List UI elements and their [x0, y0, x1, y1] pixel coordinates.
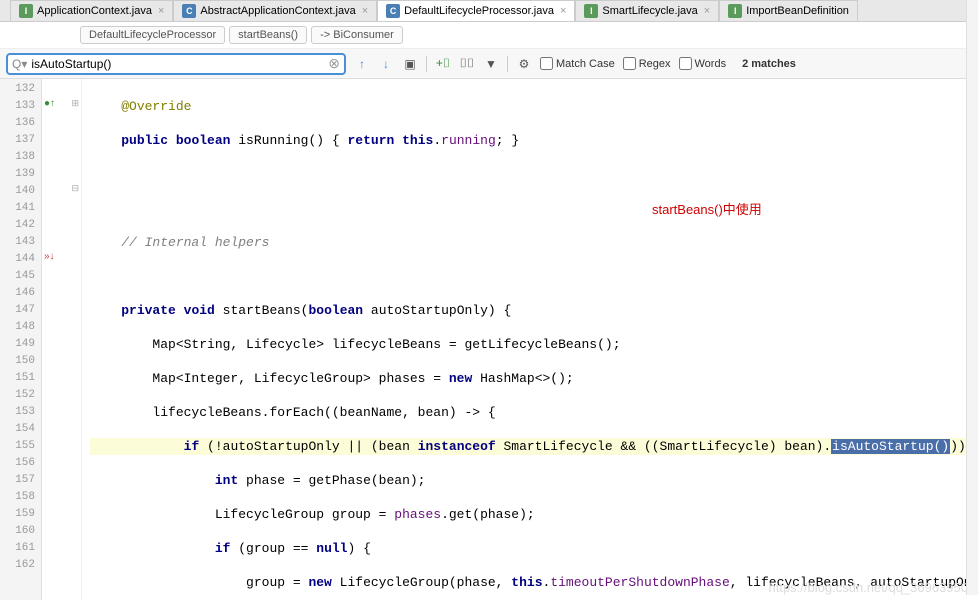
line-number-gutter: 1321331361371381391401411421431441451461… — [0, 79, 42, 600]
close-icon[interactable]: × — [158, 5, 164, 17]
class-icon: C — [386, 4, 400, 18]
tab-default-lifecycle-processor[interactable]: CDefaultLifecycleProcessor.java× — [377, 0, 575, 21]
regex-checkbox[interactable]: Regex — [623, 57, 671, 70]
editor-area: 1321331361371381391401411421431441451461… — [0, 79, 978, 600]
fold-icon[interactable]: ⊞ — [71, 98, 79, 109]
filter-icon[interactable]: ▼ — [483, 56, 499, 72]
remove-selection-icon[interactable]: ⌷⌷ — [459, 56, 475, 72]
match-case-checkbox[interactable]: Match Case — [540, 57, 615, 70]
code-area[interactable]: @Override public boolean isRunning() { r… — [82, 79, 978, 600]
prev-match-icon[interactable]: ↑ — [354, 56, 370, 72]
close-icon[interactable]: × — [362, 5, 368, 17]
scroll-marker-bar[interactable] — [966, 0, 978, 595]
class-icon: C — [182, 4, 196, 18]
match-count: 2 matches — [742, 58, 796, 70]
change-marker[interactable]: »↓ — [44, 251, 55, 262]
next-match-icon[interactable]: ↓ — [378, 56, 394, 72]
find-bar: Q▾ ⊗ ↑ ↓ ▣ +⌷ ⌷⌷ ▼ ⚙ Match Case Regex Wo… — [0, 49, 978, 79]
fold-icon[interactable]: ⊟ — [71, 183, 79, 194]
override-up-marker[interactable]: ●↑ — [44, 98, 55, 109]
tab-abstract-application-context[interactable]: CAbstractApplicationContext.java× — [173, 0, 377, 21]
clear-search-icon[interactable]: ⊗ — [328, 55, 340, 72]
tab-smart-lifecycle[interactable]: ISmartLifecycle.java× — [575, 0, 719, 21]
marker-gutter: ●↑ ⊞ ⊟ »↓ — [42, 79, 82, 600]
tab-import-bean-definition[interactable]: IImportBeanDefinition — [719, 0, 858, 21]
breadcrumb: DefaultLifecycleProcessor startBeans() -… — [0, 22, 978, 49]
interface-icon: I — [728, 4, 742, 18]
interface-icon: I — [584, 4, 598, 18]
separator — [426, 56, 427, 72]
watermark: https://blog.csdn.net/qq_36963950 — [769, 579, 969, 596]
search-box: Q▾ ⊗ — [6, 53, 346, 75]
search-input[interactable] — [27, 57, 328, 71]
search-icon: Q▾ — [12, 57, 27, 71]
close-icon[interactable]: × — [560, 5, 566, 17]
settings-icon[interactable]: ⚙ — [516, 56, 532, 72]
search-toolbar: ↑ ↓ ▣ +⌷ ⌷⌷ ▼ ⚙ — [354, 56, 532, 72]
editor-tabs: IApplicationContext.java× CAbstractAppli… — [0, 0, 978, 22]
crumb-lambda[interactable]: -> BiConsumer — [311, 26, 403, 44]
interface-icon: I — [19, 4, 33, 18]
crumb-method[interactable]: startBeans() — [229, 26, 307, 44]
words-checkbox[interactable]: Words — [679, 57, 727, 70]
separator — [507, 56, 508, 72]
crumb-class[interactable]: DefaultLifecycleProcessor — [80, 26, 225, 44]
tab-application-context[interactable]: IApplicationContext.java× — [10, 0, 173, 21]
add-selection-icon[interactable]: +⌷ — [435, 56, 451, 72]
close-icon[interactable]: × — [704, 5, 710, 17]
inline-annotation: startBeans()中使用 — [652, 201, 762, 218]
select-all-icon[interactable]: ▣ — [402, 56, 418, 72]
